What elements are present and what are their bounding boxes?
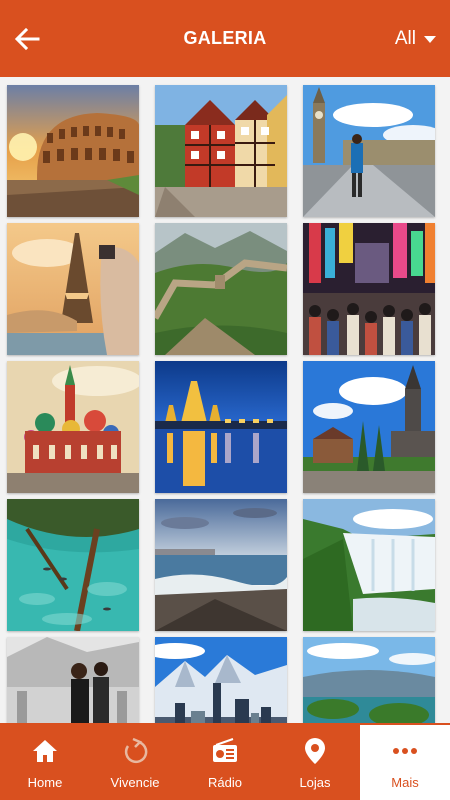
gallery-photo-dancing-couple[interactable] (7, 637, 139, 723)
gallery-photo-snowy-mountain-city[interactable] (155, 637, 287, 723)
gallery-photo-lake-islands[interactable] (303, 637, 435, 723)
gallery-photo-ocean-shore[interactable] (155, 499, 287, 631)
radio-icon (211, 737, 239, 765)
gallery-photo-big-ben[interactable] (303, 85, 435, 217)
caret-down-icon (424, 35, 436, 43)
refresh-arrow-icon (121, 737, 149, 765)
more-dots-icon (391, 737, 419, 765)
gallery-photo-saint-basils-cathedral[interactable] (7, 361, 139, 493)
bottom-navigation: Home Vivencie Rádio Lojas Mais (0, 723, 450, 800)
nav-item-label: Vivencie (110, 775, 160, 790)
map-pin-icon (301, 737, 329, 765)
back-button[interactable] (12, 24, 42, 54)
filter-selected-value: All (394, 28, 416, 49)
nav-item-label: Lojas (299, 775, 331, 790)
gallery-photo-clear-lagoon[interactable] (7, 499, 139, 631)
nav-item-radio[interactable]: Rádio (180, 723, 270, 800)
gallery-photo-colosseum[interactable] (7, 85, 139, 217)
gallery-photo-waterfalls[interactable] (303, 499, 435, 631)
gallery-photo-half-timbered-houses[interactable] (155, 85, 287, 217)
gallery-photo-temple-at-night[interactable] (155, 361, 287, 493)
nav-item-label: Mais (391, 775, 419, 790)
gallery-photo-great-wall[interactable] (155, 223, 287, 355)
page-title: GALERIA (183, 28, 267, 48)
nav-item-vivencie[interactable]: Vivencie (90, 723, 180, 800)
photo-gallery (0, 77, 450, 723)
arrow-left-icon (14, 27, 40, 51)
nav-item-home[interactable]: Home (0, 723, 90, 800)
nav-item-mais[interactable]: Mais (360, 725, 450, 800)
nav-item-label: Rádio (208, 775, 242, 790)
gallery-photo-church-village[interactable] (303, 361, 435, 493)
home-icon (31, 737, 59, 765)
gallery-photo-eiffel-tower[interactable] (7, 223, 139, 355)
nav-item-label: Home (27, 775, 63, 790)
filter-dropdown[interactable]: All (395, 26, 436, 52)
app-header: GALERIA All (0, 0, 450, 77)
gallery-photo-city-street-crowd[interactable] (303, 223, 435, 355)
nav-item-lojas[interactable]: Lojas (270, 723, 360, 800)
